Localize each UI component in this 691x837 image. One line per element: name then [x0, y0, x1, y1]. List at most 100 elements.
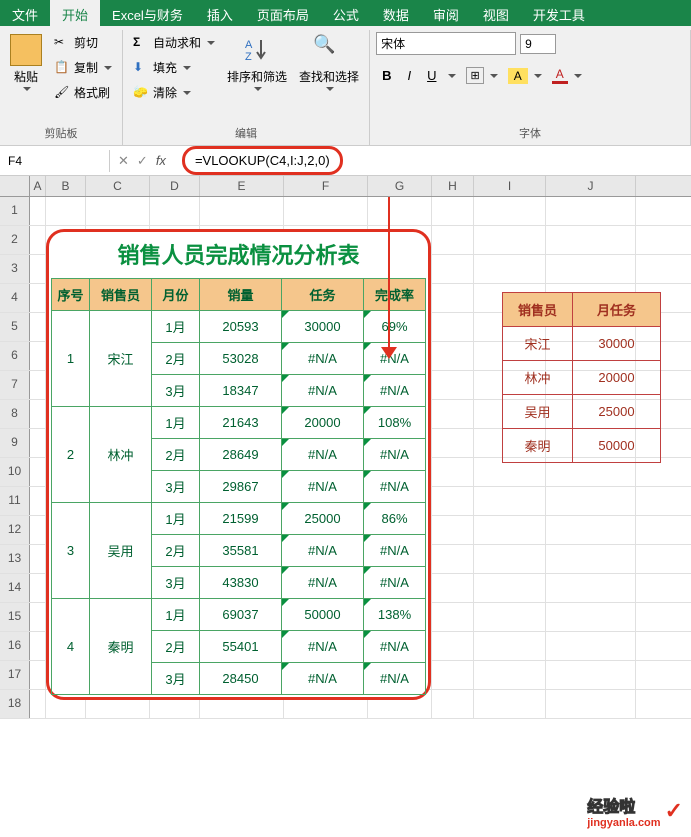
format-painter-button[interactable]: 格式刷 [50, 82, 116, 103]
cell-A15[interactable] [30, 603, 46, 631]
sort-filter-button[interactable]: AZ 排序和筛选 [223, 32, 291, 93]
cell-month[interactable]: 2月 [152, 343, 200, 375]
cell-vol[interactable]: 18347 [200, 375, 282, 407]
cell-task[interactable]: #N/A [282, 343, 364, 375]
row-header-16[interactable]: 16 [0, 632, 30, 660]
row-header-9[interactable]: 9 [0, 429, 30, 457]
border-button[interactable]: ⊞ [466, 67, 483, 84]
cell-H18[interactable] [432, 690, 474, 718]
lookup-task[interactable]: 50000 [573, 429, 661, 463]
cell-month[interactable]: 1月 [152, 311, 200, 343]
cell-A16[interactable] [30, 632, 46, 660]
cell-rate[interactable]: #N/A [364, 663, 426, 695]
cell-A8[interactable] [30, 400, 46, 428]
fx-icon[interactable]: fx [156, 153, 166, 168]
cell-name[interactable]: 秦明 [90, 599, 152, 695]
cell-F1[interactable] [284, 197, 368, 225]
cell-J17[interactable] [546, 661, 636, 689]
paste-button[interactable]: 粘贴 [6, 32, 46, 93]
tab-公式[interactable]: 公式 [321, 0, 371, 26]
copy-button[interactable]: 复制 [50, 57, 116, 78]
spreadsheet-grid[interactable]: 123456789101112131415161718 销售人员完成情况分析表 … [0, 197, 691, 719]
tab-视图[interactable]: 视图 [471, 0, 521, 26]
lookup-name[interactable]: 宋江 [503, 327, 573, 361]
bold-button[interactable]: B [376, 65, 397, 86]
cell-task[interactable]: #N/A [282, 663, 364, 695]
cell-vol[interactable]: 28450 [200, 663, 282, 695]
cell-vol[interactable]: 55401 [200, 631, 282, 663]
tab-页面布局[interactable]: 页面布局 [245, 0, 321, 26]
cell-H4[interactable] [432, 284, 474, 312]
cell-vol[interactable]: 21599 [200, 503, 282, 535]
lookup-name[interactable]: 吴用 [503, 395, 573, 429]
cell-month[interactable]: 1月 [152, 407, 200, 439]
cell-task[interactable]: #N/A [282, 535, 364, 567]
cell-I13[interactable] [474, 545, 546, 573]
name-box[interactable]: F4 [0, 150, 110, 172]
cell-A2[interactable] [30, 226, 46, 254]
cell-A12[interactable] [30, 516, 46, 544]
col-header-I[interactable]: I [474, 176, 546, 196]
cell-G1[interactable] [368, 197, 432, 225]
cell-task[interactable]: #N/A [282, 375, 364, 407]
cell-A18[interactable] [30, 690, 46, 718]
col-header-F[interactable]: F [284, 176, 368, 196]
cell-month[interactable]: 2月 [152, 535, 200, 567]
cell-rate[interactable]: #N/A [364, 631, 426, 663]
cell-task[interactable]: 20000 [282, 407, 364, 439]
cell-vol[interactable]: 28649 [200, 439, 282, 471]
cell-A5[interactable] [30, 313, 46, 341]
cell-E1[interactable] [200, 197, 284, 225]
cell-A10[interactable] [30, 458, 46, 486]
cell-rate[interactable]: 86% [364, 503, 426, 535]
cell-A17[interactable] [30, 661, 46, 689]
cell-task[interactable]: 25000 [282, 503, 364, 535]
cell-J3[interactable] [546, 255, 636, 283]
row-header-11[interactable]: 11 [0, 487, 30, 515]
cell-I2[interactable] [474, 226, 546, 254]
cell-month[interactable]: 3月 [152, 663, 200, 695]
cell-H7[interactable] [432, 371, 474, 399]
cell-J16[interactable] [546, 632, 636, 660]
cell-month[interactable]: 1月 [152, 599, 200, 631]
cell-A14[interactable] [30, 574, 46, 602]
cell-I17[interactable] [474, 661, 546, 689]
tab-数据[interactable]: 数据 [371, 0, 421, 26]
cell-J1[interactable] [546, 197, 636, 225]
lookup-task[interactable]: 25000 [573, 395, 661, 429]
row-header-4[interactable]: 4 [0, 284, 30, 312]
cell-H5[interactable] [432, 313, 474, 341]
cell-month[interactable]: 2月 [152, 631, 200, 663]
col-header-D[interactable]: D [150, 176, 200, 196]
cell-task[interactable]: #N/A [282, 439, 364, 471]
cell-vol[interactable]: 43830 [200, 567, 282, 599]
cell-vol[interactable]: 53028 [200, 343, 282, 375]
col-header-C[interactable]: C [86, 176, 150, 196]
cell-B1[interactable] [46, 197, 86, 225]
cell-rate[interactable]: #N/A [364, 439, 426, 471]
cell-num[interactable]: 1 [52, 311, 90, 407]
cell-A3[interactable] [30, 255, 46, 283]
cell-num[interactable]: 3 [52, 503, 90, 599]
cell-rate[interactable]: #N/A [364, 471, 426, 503]
cell-A1[interactable] [30, 197, 46, 225]
cell-rate[interactable]: 108% [364, 407, 426, 439]
lookup-name[interactable]: 秦明 [503, 429, 573, 463]
cell-A4[interactable] [30, 284, 46, 312]
cell-H14[interactable] [432, 574, 474, 602]
cell-H8[interactable] [432, 400, 474, 428]
cell-rate[interactable]: #N/A [364, 567, 426, 599]
cell-J14[interactable] [546, 574, 636, 602]
row-header-5[interactable]: 5 [0, 313, 30, 341]
cell-A6[interactable] [30, 342, 46, 370]
cell-I15[interactable] [474, 603, 546, 631]
tab-开发工具[interactable]: 开发工具 [521, 0, 597, 26]
clear-button[interactable]: 清除 [129, 82, 219, 103]
cell-H17[interactable] [432, 661, 474, 689]
cell-month[interactable]: 3月 [152, 567, 200, 599]
cell-task[interactable]: #N/A [282, 567, 364, 599]
row-header-3[interactable]: 3 [0, 255, 30, 283]
lookup-task[interactable]: 30000 [573, 327, 661, 361]
cell-A11[interactable] [30, 487, 46, 515]
cell-I14[interactable] [474, 574, 546, 602]
